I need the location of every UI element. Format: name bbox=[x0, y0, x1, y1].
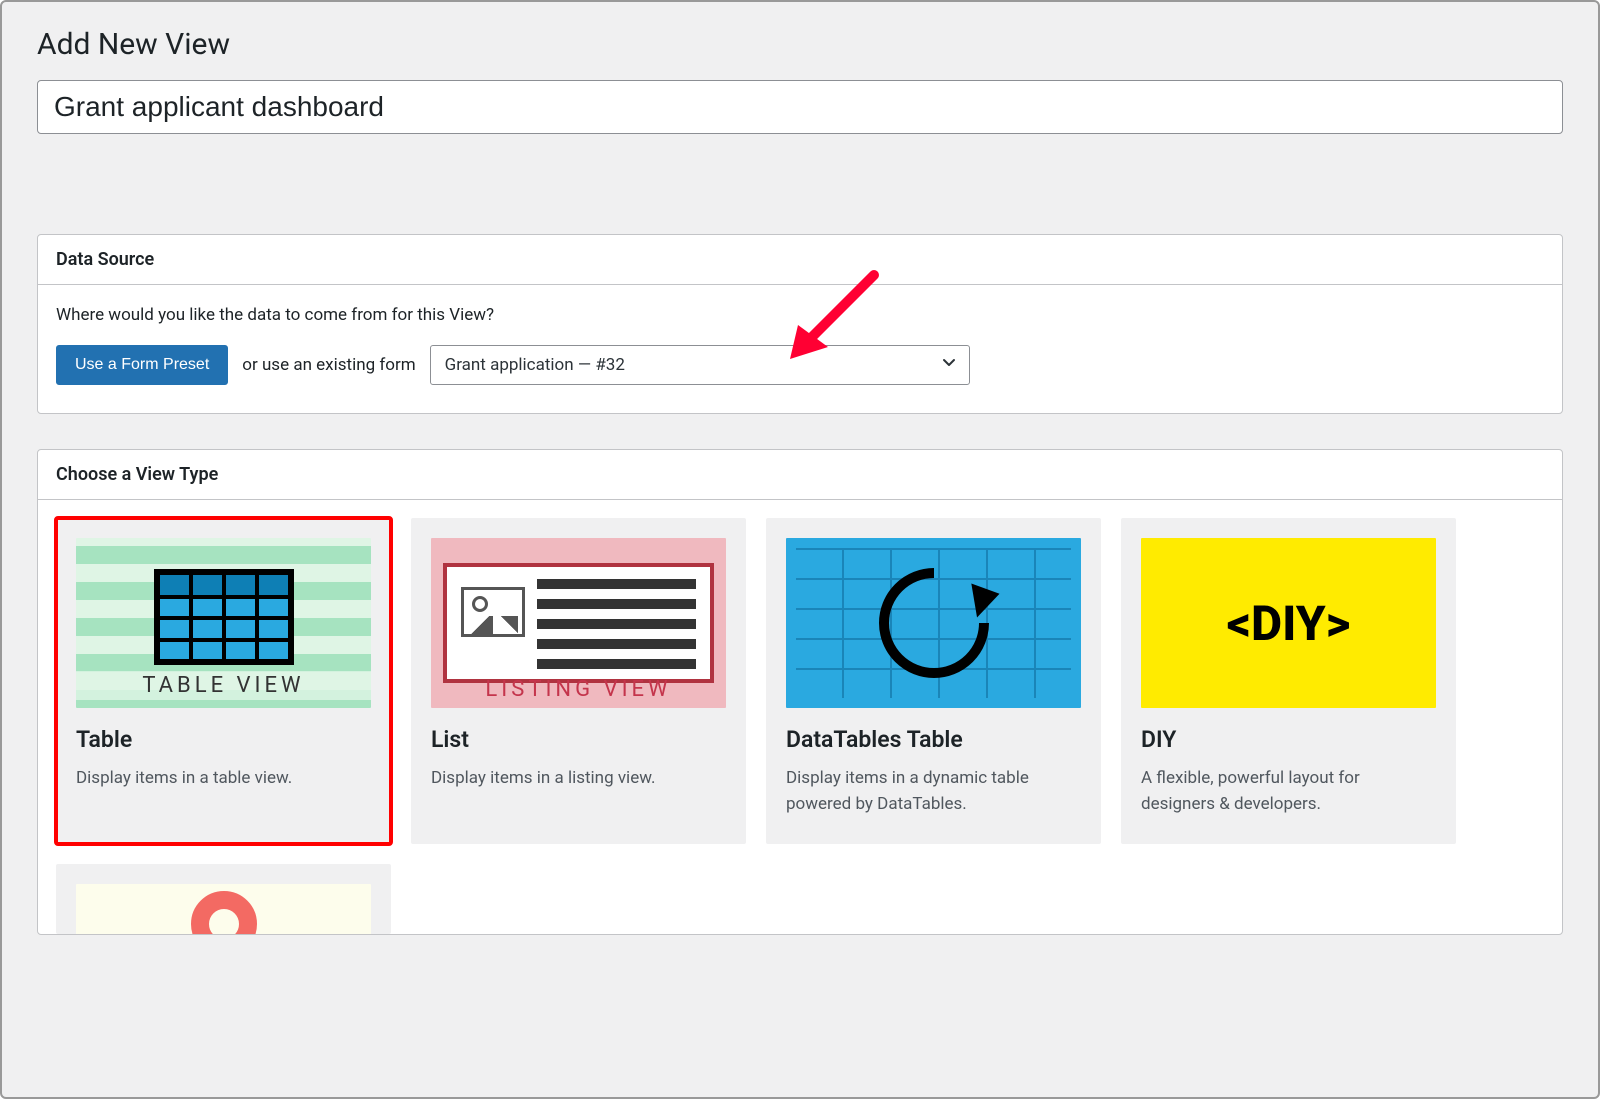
diy-thumb-icon: <DIY> bbox=[1141, 538, 1436, 708]
view-type-card-diy[interactable]: <DIY> DIY A flexible, powerful layout fo… bbox=[1121, 518, 1456, 844]
view-type-title: Table bbox=[76, 726, 371, 753]
view-type-card-list[interactable]: LISTING VIEW List Display items in a lis… bbox=[411, 518, 746, 844]
view-type-card-table[interactable]: TABLE VIEW Table Display items in a tabl… bbox=[56, 518, 391, 844]
table-thumb-caption: TABLE VIEW bbox=[76, 671, 371, 700]
view-name-input[interactable] bbox=[37, 80, 1563, 134]
view-type-desc: Display items in a listing view. bbox=[431, 765, 726, 791]
view-type-desc: A flexible, powerful layout for designer… bbox=[1141, 765, 1436, 818]
datatables-thumb-icon bbox=[786, 538, 1081, 708]
page-title: Add New View bbox=[37, 27, 1563, 62]
chevron-down-icon bbox=[941, 355, 957, 376]
view-type-panel: Choose a View Type TABLE VIEW Table bbox=[37, 449, 1563, 935]
list-thumb-caption: LISTING VIEW bbox=[431, 677, 726, 702]
next-thumb-icon bbox=[76, 884, 371, 934]
existing-form-select[interactable]: Grant application — #32 bbox=[430, 345, 970, 385]
view-type-title: DataTables Table bbox=[786, 726, 1081, 753]
data-source-heading: Data Source bbox=[38, 235, 1562, 285]
view-type-desc: Display items in a table view. bbox=[76, 765, 371, 791]
view-type-desc: Display items in a dynamic table powered… bbox=[786, 765, 1081, 818]
view-type-card-datatables[interactable]: DataTables Table Display items in a dyna… bbox=[766, 518, 1101, 844]
or-existing-form-label: or use an existing form bbox=[242, 355, 415, 375]
view-type-card-next[interactable] bbox=[56, 864, 391, 934]
use-form-preset-button[interactable]: Use a Form Preset bbox=[56, 345, 228, 385]
diy-thumb-caption: <DIY> bbox=[1227, 595, 1351, 652]
list-thumb-icon: LISTING VIEW bbox=[431, 538, 726, 708]
table-thumb-icon: TABLE VIEW bbox=[76, 538, 371, 708]
view-type-title: DIY bbox=[1141, 726, 1436, 753]
view-type-heading: Choose a View Type bbox=[38, 450, 1562, 500]
view-type-title: List bbox=[431, 726, 726, 753]
data-source-panel: Data Source Where would you like the dat… bbox=[37, 234, 1563, 414]
existing-form-selected-value: Grant application — #32 bbox=[445, 355, 625, 375]
data-source-prompt: Where would you like the data to come fr… bbox=[56, 305, 1544, 325]
